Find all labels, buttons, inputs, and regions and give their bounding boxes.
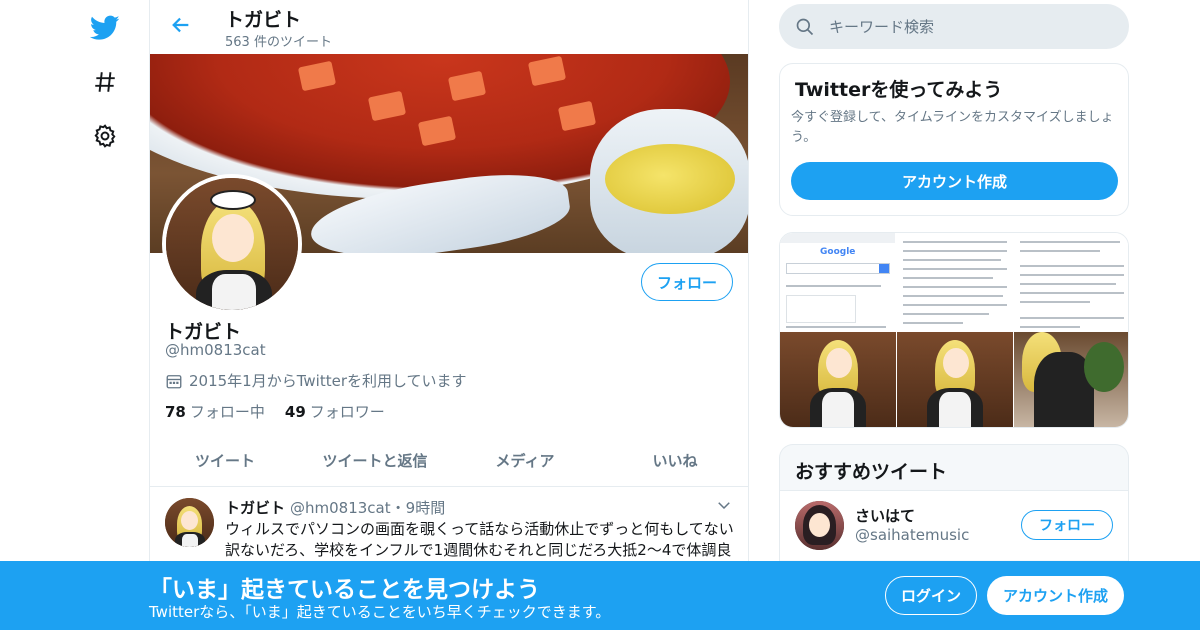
- tweet-header: トガビト @hm0813cat ・ 9時間: [225, 497, 445, 518]
- tweet-time[interactable]: 9時間: [406, 497, 446, 518]
- following-label: フォロー中: [189, 403, 265, 421]
- signup-button[interactable]: アカウント作成: [987, 576, 1124, 615]
- login-button[interactable]: ログイン: [885, 576, 977, 615]
- follow-button[interactable]: フォロー: [641, 263, 733, 301]
- back-arrow-icon[interactable]: [166, 10, 196, 40]
- followers-label: フォロワー: [309, 403, 385, 421]
- signup-card-description: 今すぐ登録して、タイムラインをカスタマイズしましょう。: [791, 110, 1114, 145]
- chevron-down-icon[interactable]: [715, 496, 737, 518]
- media-thumb[interactable]: [780, 332, 896, 427]
- profile-handle: @hm0813cat: [165, 341, 266, 359]
- followers-link[interactable]: 49 フォロワー: [285, 401, 385, 422]
- banner-tea: [605, 144, 735, 214]
- media-thumb[interactable]: [897, 332, 1013, 427]
- tweet-author-handle[interactable]: @hm0813cat: [290, 499, 391, 517]
- tab-media[interactable]: メディア: [450, 434, 600, 486]
- search-icon: [796, 18, 814, 35]
- profile-name: トガビト: [165, 321, 242, 343]
- bottom-bar-subtitle: Twitterなら、「いま」起きていることをいち早くチェックできます。: [149, 603, 611, 621]
- google-logo-text: Google: [820, 247, 856, 257]
- media-thumb[interactable]: [1014, 233, 1128, 332]
- following-link[interactable]: 78 フォロー中: [165, 401, 265, 422]
- recommended-user-row[interactable]: さいはて @saihatemusic フォロー: [780, 490, 1128, 560]
- top-bar: トガビト 563 件のツイート: [150, 0, 748, 54]
- followers-count: 49: [284, 403, 306, 421]
- media-thumb[interactable]: [1014, 332, 1128, 427]
- recommended-user-avatar[interactable]: [795, 501, 844, 550]
- recommended-title: おすすめツイート: [795, 461, 948, 483]
- media-thumb[interactable]: Google: [780, 233, 896, 332]
- profile-joined: 2015年1月からTwitterを利用しています: [165, 370, 467, 391]
- calendar-icon: [166, 374, 182, 388]
- recommended-follow-button[interactable]: フォロー: [1021, 510, 1113, 540]
- profile-tabs: ツイート ツイートと返信 メディア いいね: [150, 434, 748, 487]
- media-gallery: Google: [779, 232, 1129, 428]
- tweet-author-name[interactable]: トガビト: [225, 497, 285, 518]
- media-thumb[interactable]: [897, 233, 1013, 332]
- header-name: トガビト: [225, 9, 302, 31]
- recommended-user-handle[interactable]: @saihatemusic: [855, 526, 969, 544]
- hashtag-icon[interactable]: [85, 62, 125, 102]
- following-count: 78: [165, 403, 186, 421]
- tweet-avatar[interactable]: [165, 498, 214, 547]
- recommended-user-name[interactable]: さいはて: [855, 505, 915, 526]
- tab-likes[interactable]: いいね: [600, 434, 748, 486]
- search-input[interactable]: [829, 17, 1109, 36]
- app-root: トガビト 563 件のツイート フォロー トガビト @hm0813cat 201…: [0, 0, 1200, 630]
- create-account-button[interactable]: アカウント作成: [791, 162, 1118, 200]
- profile-stats: 78 フォロー中 49 フォロワー: [165, 401, 385, 422]
- signup-card: Twitterを使ってみよう 今すぐ登録して、タイムラインをカスタマイズしましょ…: [779, 63, 1129, 216]
- gear-icon[interactable]: [85, 116, 125, 156]
- signup-card-title: Twitterを使ってみよう: [795, 79, 1003, 101]
- twitter-bird-icon[interactable]: [85, 8, 125, 48]
- search-bar[interactable]: [779, 4, 1129, 49]
- header-tweet-count: 563 件のツイート: [225, 35, 332, 50]
- joined-text: 2015年1月からTwitterを利用しています: [189, 372, 467, 390]
- tab-tweets-and-replies[interactable]: ツイートと返信: [300, 434, 450, 486]
- bottom-signup-bar: 「いま」起きていることを見つけよう Twitterなら、「いま」起きていることを…: [0, 561, 1200, 630]
- main-column: トガビト 563 件のツイート フォロー トガビト @hm0813cat 201…: [149, 0, 749, 630]
- bottom-bar-title: 「いま」起きていることを見つけよう: [149, 577, 540, 603]
- profile-avatar[interactable]: [162, 174, 302, 314]
- tweet-separator: ・: [390, 499, 406, 517]
- tab-tweets[interactable]: ツイート: [150, 434, 300, 486]
